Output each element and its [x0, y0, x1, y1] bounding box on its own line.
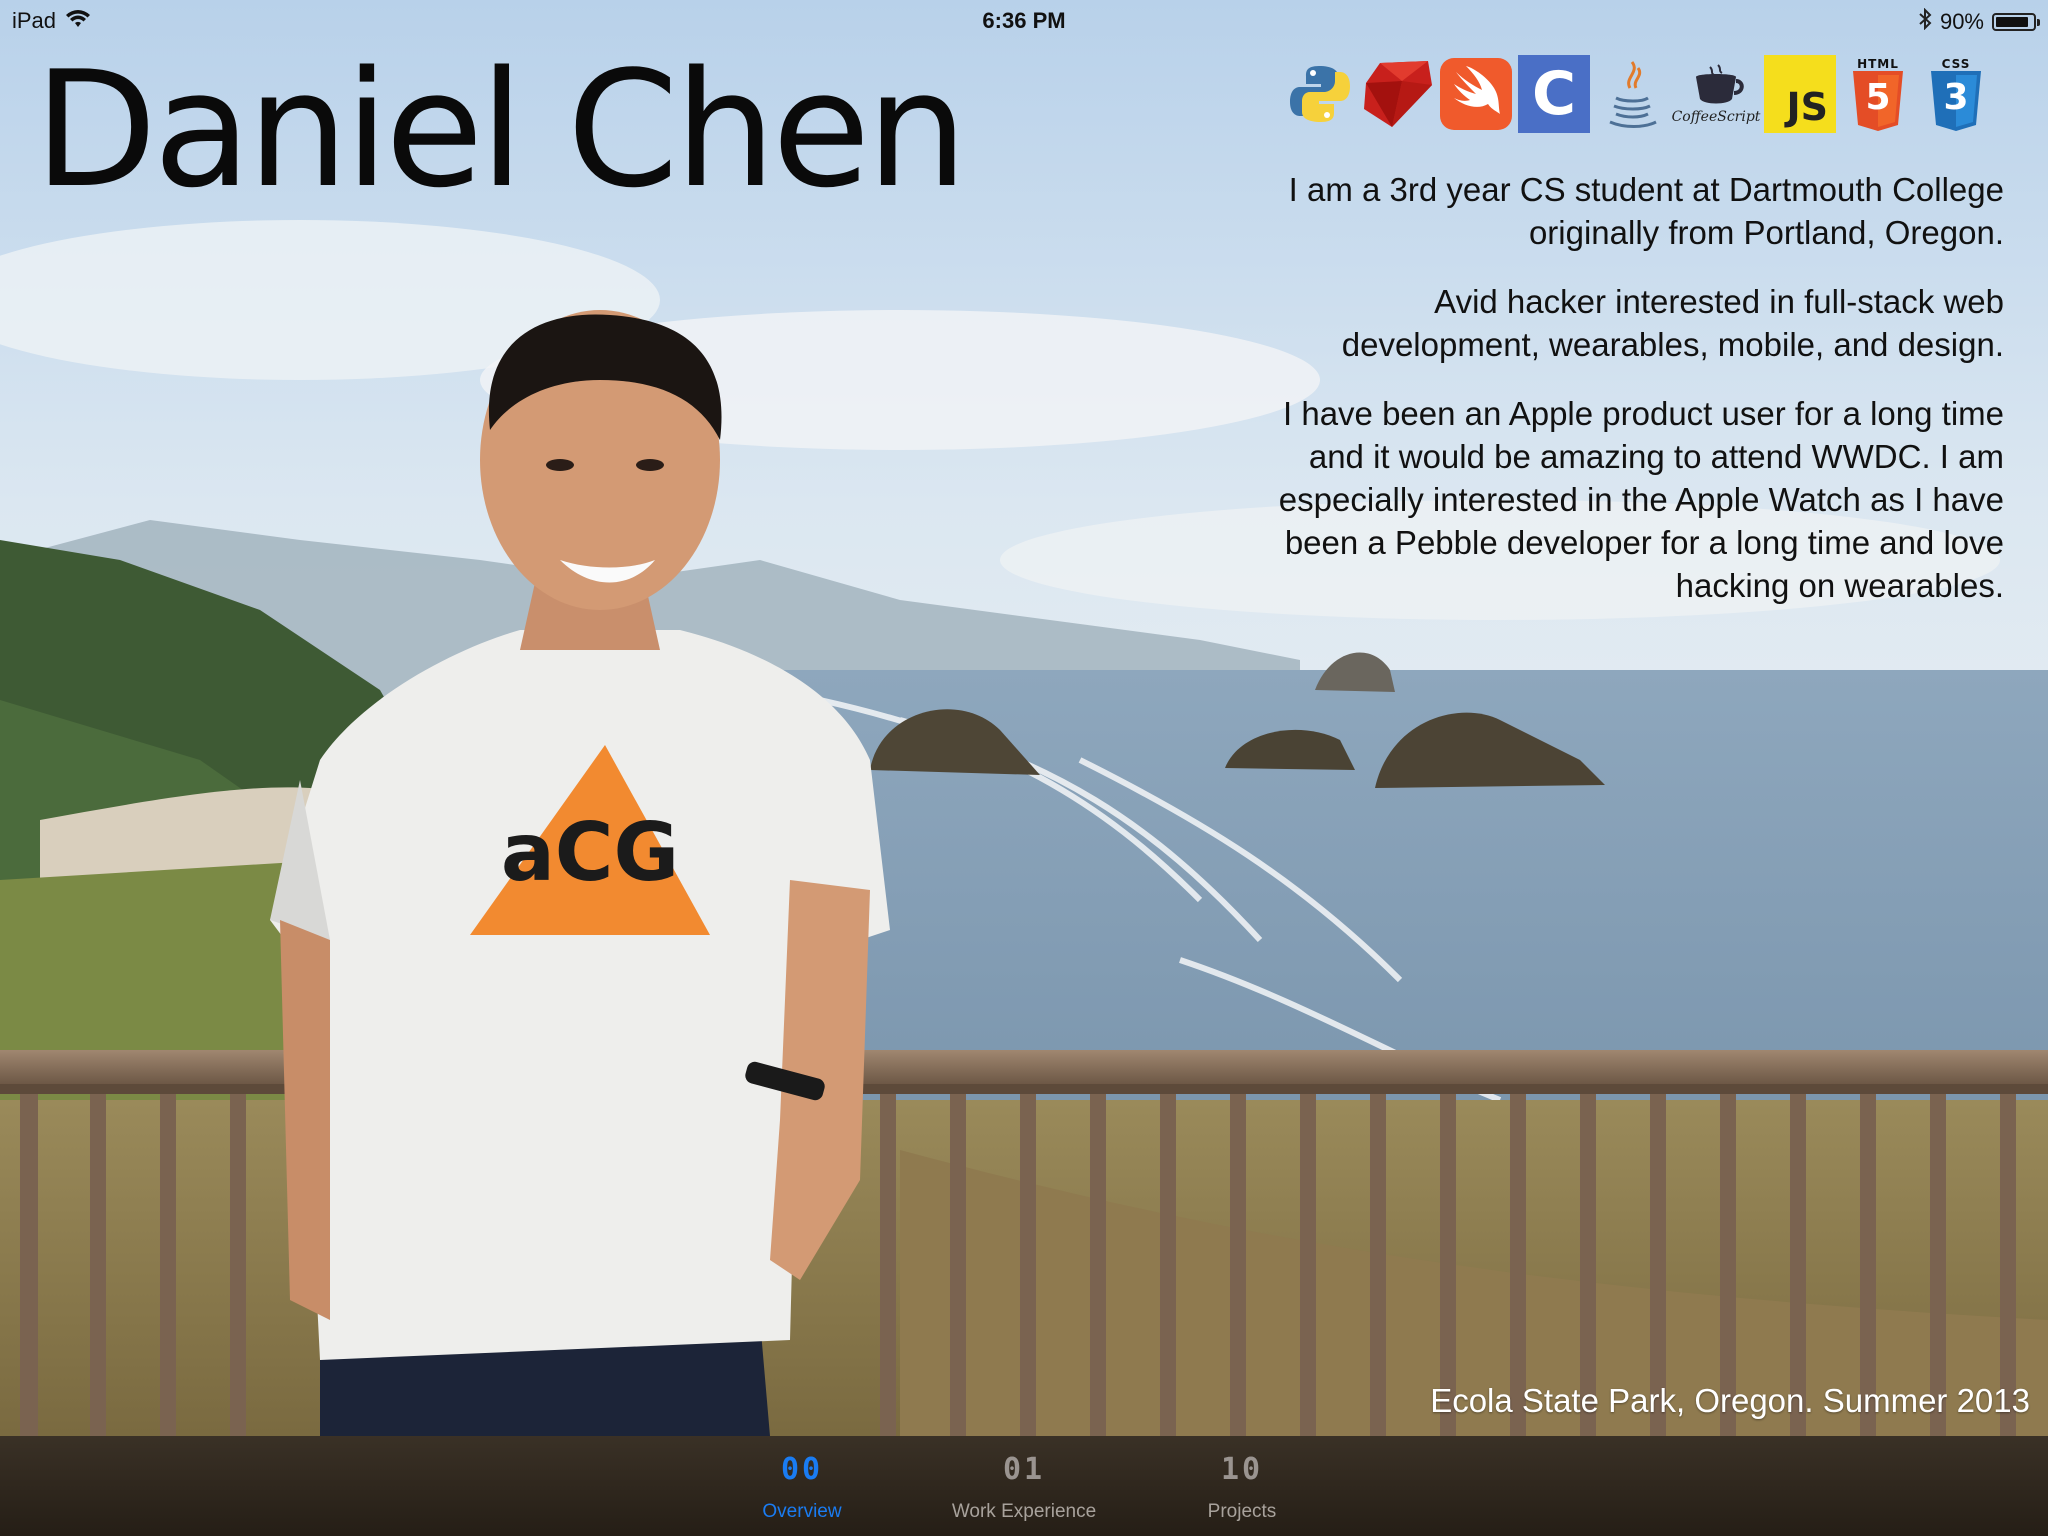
- tab-overview-number: 00: [780, 1452, 824, 1487]
- tab-work-experience-label: Work Experience: [951, 1501, 1097, 1522]
- tab-projects-number: 10: [1220, 1452, 1264, 1487]
- bluetooth-icon: [1918, 7, 1932, 36]
- html5-label: HTML: [1857, 57, 1899, 71]
- bio-paragraph-2: Avid hacker interested in full-stack web…: [1341, 283, 2004, 363]
- tab-work-experience-number: 01: [1002, 1452, 1046, 1487]
- tab-work-experience[interactable]: 01 Work Experience: [924, 1436, 1124, 1536]
- css3-label: CSS: [1941, 57, 1971, 71]
- coffeescript-label: CoffeeScript: [1671, 109, 1761, 125]
- photo-caption: Ecola State Park, Oregon. Summer 2013: [1430, 1382, 2030, 1419]
- ruby-icon: [1362, 54, 1434, 134]
- skills-icon-row: C CoffeeScript JS HTML 5 CSS 3: [1284, 54, 1992, 134]
- tab-projects-label: Projects: [1207, 1501, 1277, 1522]
- status-bar: iPad 6:36 PM 90%: [0, 0, 2048, 40]
- swift-icon: [1440, 54, 1512, 134]
- html5-icon: HTML 5: [1842, 54, 1914, 134]
- coffeescript-icon: CoffeeScript: [1671, 54, 1761, 134]
- bio-section: I am a 3rd year CS student at Dartmouth …: [1244, 168, 2004, 633]
- tab-overview[interactable]: 00 Overview: [702, 1436, 902, 1536]
- c-language-icon: C: [1518, 54, 1590, 134]
- javascript-label: JS: [1786, 85, 1828, 129]
- status-time: 6:36 PM: [982, 8, 1066, 33]
- tab-projects[interactable]: 10 Projects: [1142, 1436, 1342, 1536]
- html5-number: 5: [1865, 77, 1891, 118]
- css3-icon: CSS 3: [1920, 54, 1992, 134]
- battery-fill: [1996, 17, 2029, 27]
- c-language-label: C: [1531, 59, 1577, 129]
- javascript-icon: JS: [1764, 54, 1836, 134]
- tab-bar: 00 Overview 01 Work Experience 10 Projec…: [0, 1436, 2048, 1536]
- bio-paragraph-3: I have been an Apple product user for a …: [1278, 395, 2004, 604]
- css3-number: 3: [1943, 77, 1969, 118]
- profile-name: Daniel Chen: [34, 36, 968, 223]
- bio-paragraph-1: I am a 3rd year CS student at Dartmouth …: [1288, 171, 2004, 251]
- battery-percent: 90%: [1939, 9, 1984, 34]
- python-icon: [1284, 54, 1356, 134]
- tab-overview-label: Overview: [762, 1501, 842, 1522]
- shirt-logo-text: aCG: [501, 806, 679, 899]
- battery-icon: [1992, 13, 2040, 31]
- java-icon: [1596, 54, 1668, 134]
